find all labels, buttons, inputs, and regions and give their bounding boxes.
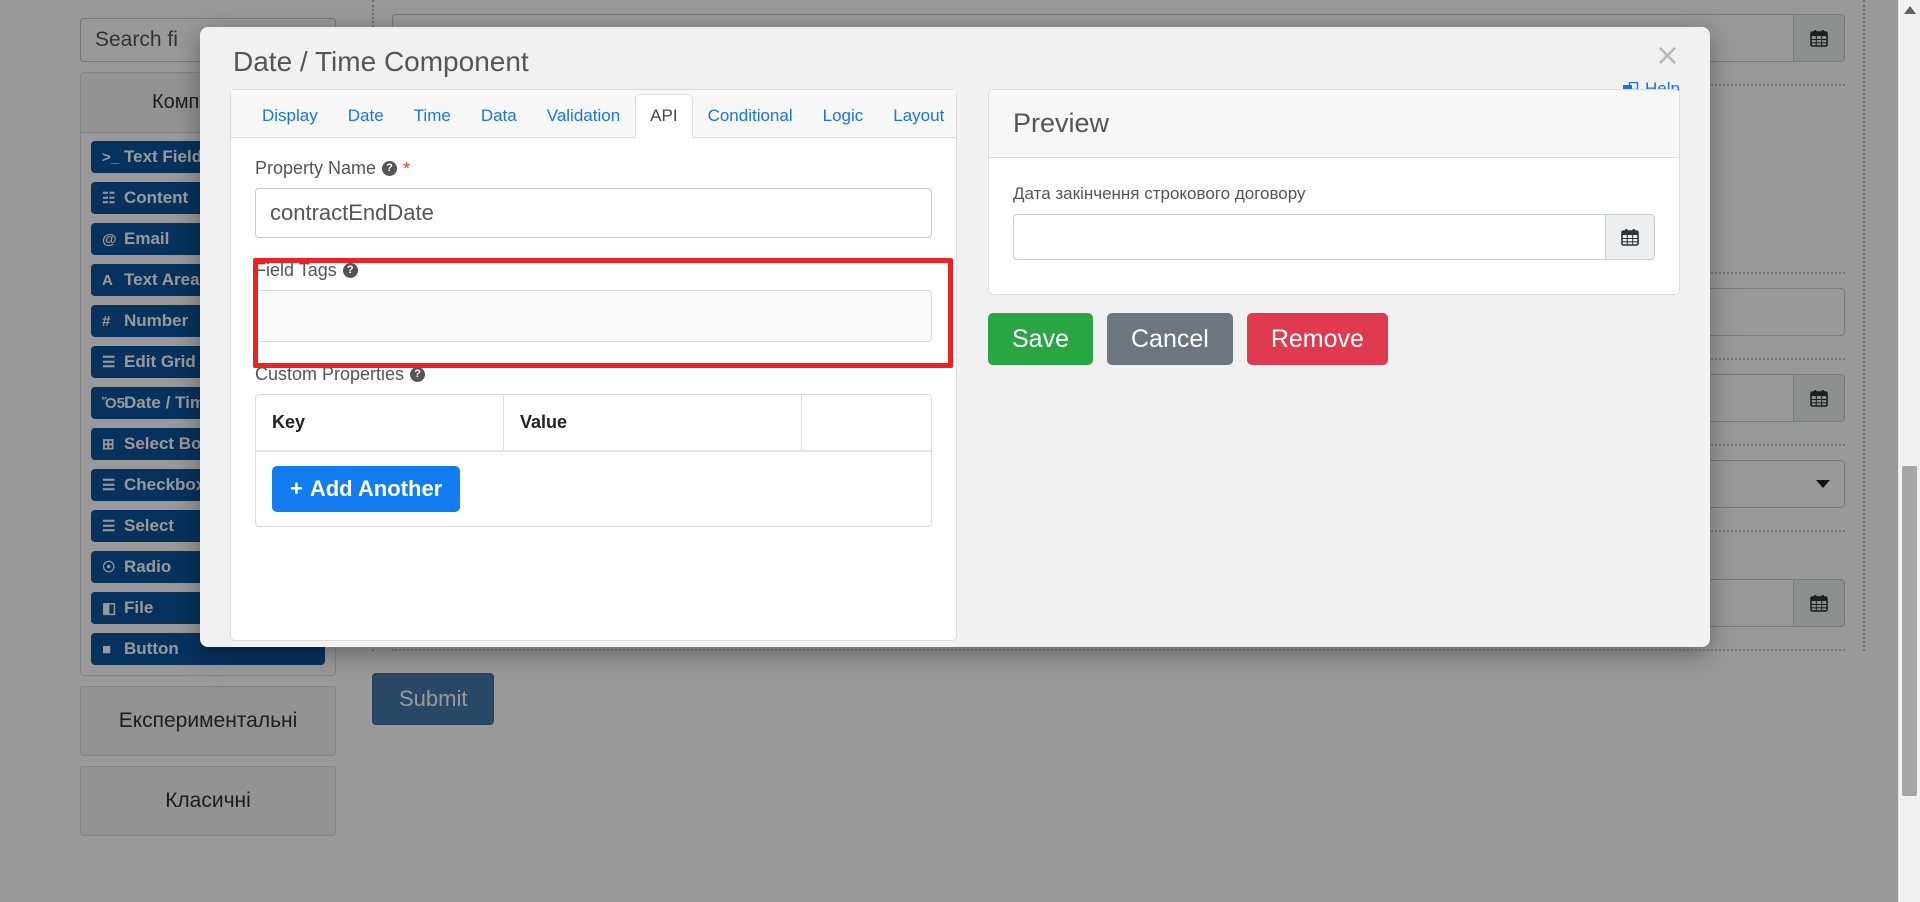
custom-properties-label: Custom Properties ?: [255, 364, 932, 385]
field-tags-group: Field Tags ?: [255, 260, 932, 342]
preview-header: Preview: [989, 90, 1679, 158]
preview-date-input-value[interactable]: [1014, 215, 1605, 259]
tab-api[interactable]: API: [635, 94, 693, 138]
property-name-group: Property Name ? * contractEndDate: [255, 158, 932, 238]
settings-tabbar: Display Date Time Data Validation API Conditio…: [231, 90, 956, 138]
required-marker: *: [403, 158, 411, 179]
tab-validation[interactable]: Validation: [532, 94, 635, 138]
custom-properties-group: Custom Properties ? Key Value + Add Anot…: [255, 364, 932, 527]
save-button[interactable]: Save: [988, 313, 1093, 365]
settings-card: Display Date Time Data Validation API Conditio…: [230, 89, 957, 641]
cancel-button[interactable]: Cancel: [1106, 313, 1233, 365]
field-tags-input[interactable]: [255, 290, 932, 342]
custom-properties-label-text: Custom Properties: [255, 364, 405, 384]
field-tags-label-text: Field Tags: [255, 260, 337, 280]
tab-layout[interactable]: Layout: [878, 94, 959, 138]
tab-conditional[interactable]: Conditional: [693, 94, 808, 138]
help-tooltip-icon[interactable]: ?: [342, 263, 358, 278]
scrollbar-thumb[interactable]: [1902, 466, 1917, 796]
remove-button[interactable]: Remove: [1246, 313, 1388, 365]
tab-time[interactable]: Time: [399, 94, 466, 138]
custom-properties-table: Key Value + Add Another: [255, 394, 932, 527]
property-name-value: contractEndDate: [270, 200, 434, 225]
modal-action-buttons: Save Cancel Remove: [988, 313, 1680, 365]
preview-card: Preview Дата закінчення строкового догов…: [988, 89, 1680, 295]
preview-field-label: Дата закінчення строкового договору: [1013, 184, 1306, 203]
add-another-button[interactable]: + Add Another: [272, 466, 461, 512]
help-tooltip-icon[interactable]: ?: [410, 367, 426, 382]
column-header-actions: [802, 395, 931, 450]
tab-logic[interactable]: Logic: [808, 94, 879, 138]
add-another-label: Add Another: [309, 476, 443, 501]
plus-icon: +: [290, 476, 303, 501]
preview-date-input[interactable]: [1013, 214, 1655, 260]
scroll-up-arrow-icon[interactable]: [1903, 6, 1916, 14]
property-name-input[interactable]: contractEndDate: [255, 188, 932, 238]
tab-date[interactable]: Date: [333, 94, 399, 138]
help-tooltip-icon[interactable]: ?: [382, 161, 398, 176]
api-tab-panel: Property Name ? * contractEndDate Field …: [231, 138, 956, 547]
preview-body: Дата закінчення строкового договору: [989, 158, 1679, 294]
modal-title: Date / Time Component: [233, 46, 529, 77]
column-header-key: Key: [256, 395, 504, 450]
property-name-label: Property Name ? *: [255, 158, 932, 179]
column-header-value: Value: [504, 395, 802, 450]
field-tags-label: Field Tags ?: [255, 260, 932, 281]
table-header-row: Key Value: [256, 395, 931, 452]
preview-column: Preview Дата закінчення строкового догов…: [988, 89, 1680, 365]
preview-title: Preview: [1013, 108, 1110, 138]
tab-display[interactable]: Display: [247, 94, 333, 138]
tab-data[interactable]: Data: [466, 94, 532, 138]
close-icon[interactable]: ×: [1655, 41, 1680, 71]
page-scrollbar[interactable]: [1898, 0, 1920, 902]
calendar-icon[interactable]: [1605, 215, 1654, 259]
component-settings-modal: Date / Time Component × Help DisplayDate…: [200, 27, 1710, 647]
table-footer: + Add Another: [256, 452, 931, 526]
property-name-label-text: Property Name: [255, 158, 377, 178]
